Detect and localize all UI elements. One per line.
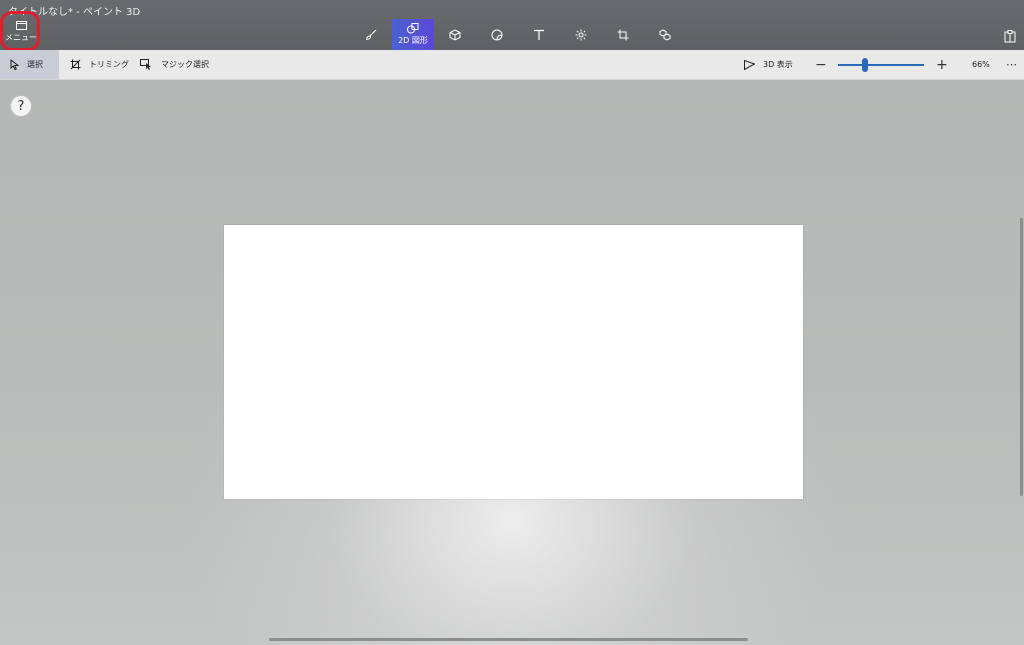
drawing-canvas[interactable] — [224, 225, 803, 499]
zoom-out-button[interactable]: − — [815, 50, 827, 79]
sticker-icon — [491, 29, 503, 40]
view-3d-button[interactable]: 3D 表示 — [744, 50, 793, 79]
magic-select-button[interactable]: マジック選択 — [140, 50, 209, 79]
tool-brushes[interactable] — [350, 19, 392, 50]
folder-icon — [15, 21, 27, 30]
view-3d-label: 3D 表示 — [763, 60, 793, 69]
tool-3d-shapes[interactable] — [434, 19, 476, 50]
magic-select-label: マジック選択 — [161, 60, 209, 69]
tool-stickers[interactable] — [476, 19, 518, 50]
main-tools: 2D 図形 — [350, 19, 686, 50]
plus-icon: + — [936, 56, 948, 73]
tool-2d-shapes[interactable]: 2D 図形 — [392, 19, 434, 50]
tool-3d-library[interactable] — [644, 19, 686, 50]
canvas-icon — [617, 29, 629, 40]
view-3d-icon — [744, 59, 755, 70]
zoom-value: 66% — [972, 60, 990, 69]
vertical-scrollbar[interactable] — [1020, 218, 1023, 496]
brush-icon — [365, 29, 377, 40]
select-label: 選択 — [27, 60, 43, 69]
clipboard-icon — [1004, 30, 1016, 43]
3d-library-icon — [659, 28, 671, 41]
tool-2d-shapes-label: 2D 図形 — [398, 36, 428, 45]
minus-icon: − — [815, 56, 827, 73]
cube-icon — [449, 28, 461, 41]
horizontal-scrollbar[interactable] — [269, 638, 748, 641]
zoom-slider-thumb[interactable] — [862, 58, 868, 72]
cursor-icon — [10, 59, 19, 70]
more-options-button[interactable]: ⋯ — [1006, 50, 1017, 79]
magic-select-icon — [140, 59, 151, 70]
help-button[interactable]: ? — [10, 95, 32, 117]
crop-label: トリミング — [89, 60, 129, 69]
zoom-percentage: 66% — [972, 50, 990, 79]
title-bar: タイトルなし* - ペイント 3D メニュー 2D 図形 — [0, 0, 1024, 51]
select-button[interactable]: 選択 — [0, 50, 59, 79]
tool-text[interactable] — [518, 19, 560, 50]
sun-icon — [575, 29, 587, 40]
tool-effects[interactable] — [560, 19, 602, 50]
2d-shapes-icon — [407, 23, 419, 34]
paste-button[interactable] — [1004, 28, 1018, 43]
question-icon: ? — [17, 98, 25, 114]
zoom-slider-track[interactable] — [838, 64, 924, 66]
more-icon: ⋯ — [1006, 58, 1017, 71]
zoom-in-button[interactable]: + — [936, 50, 948, 79]
text-icon — [534, 29, 544, 40]
crop-button[interactable]: トリミング — [70, 50, 129, 79]
tool-canvas[interactable] — [602, 19, 644, 50]
crop-icon — [70, 59, 81, 70]
menu-button[interactable]: メニュー — [4, 15, 38, 49]
menu-label: メニュー — [5, 33, 37, 42]
